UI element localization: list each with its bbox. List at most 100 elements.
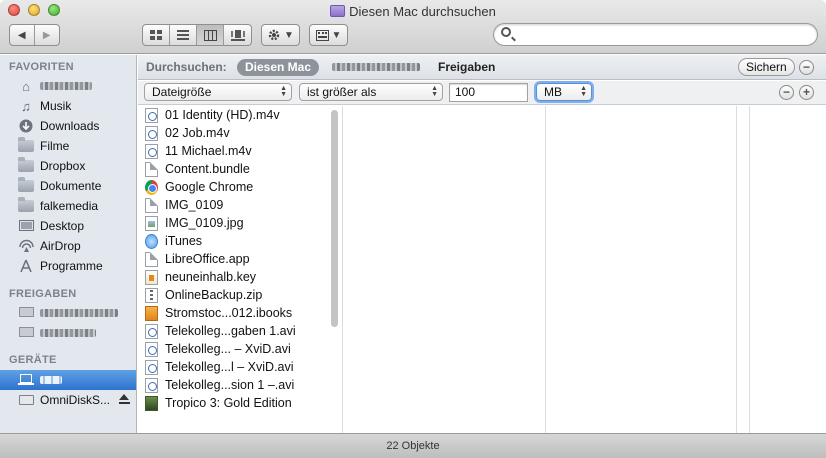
file-list-item[interactable]: Google Chrome (138, 178, 328, 196)
file-list-item[interactable]: Telekolleg... – XviD.avi (138, 340, 328, 358)
sidebar-item-share[interactable] (0, 303, 136, 323)
window-title-bar: Diesen Mac durchsuchen (0, 4, 826, 19)
forward-button[interactable]: ▶ (35, 25, 60, 45)
unit-popup[interactable]: MB ▲ ▼ (536, 83, 592, 101)
column-divider[interactable] (736, 106, 737, 433)
movie-file-icon (145, 377, 158, 393)
unit-value: MB (544, 85, 562, 99)
column-divider[interactable] (749, 106, 750, 433)
document-icon (145, 251, 158, 267)
sidebar-item-label-redacted (40, 82, 92, 90)
sidebar-item-dropbox[interactable]: Dropbox (0, 156, 136, 176)
list-view-button[interactable] (170, 25, 197, 45)
file-list-item[interactable]: neuneinhalb.key (138, 268, 328, 286)
movie-file-icon (145, 323, 158, 339)
search-input[interactable] (516, 26, 806, 43)
file-name: 11 Michael.m4v (165, 144, 252, 158)
file-list-item[interactable]: Telekolleg...sion 1 –.avi (138, 376, 328, 394)
scope-user-folder-button[interactable] (332, 63, 420, 71)
music-icon: ♫ (21, 98, 31, 114)
updown-arrows-icon: ▲ ▼ (431, 85, 438, 98)
network-computer-icon-glyph (18, 307, 34, 317)
action-menu-button[interactable]: ▼ (261, 24, 300, 46)
search-field[interactable] (493, 23, 818, 46)
updown-arrows-icon: ▲ ▼ (580, 85, 587, 98)
column-view-button[interactable] (197, 25, 224, 45)
movie-file-icon (145, 359, 158, 375)
file-list-item[interactable]: 01 Identity (HD).m4v (138, 106, 328, 124)
sidebar-item-omnidisk[interactable]: OmniDiskS... (0, 390, 136, 410)
sidebar-item-airdrop[interactable]: AirDrop (0, 236, 136, 256)
save-search-button[interactable]: Sichern (738, 58, 795, 76)
file-list-item[interactable]: iTunes (138, 232, 328, 250)
file-list-item[interactable]: LibreOffice.app (138, 250, 328, 268)
file-list-item[interactable]: Telekolleg...gaben 1.avi (138, 322, 328, 340)
file-list-item[interactable]: Telekolleg...l – XviD.avi (138, 358, 328, 376)
file-list-item[interactable]: IMG_0109 (138, 196, 328, 214)
sidebar-header-favorites: FAVORITEN (9, 61, 74, 73)
size-value-field[interactable]: 100 (449, 83, 528, 102)
list-view-icon (177, 29, 189, 40)
desktop-icon (18, 219, 34, 233)
file-name: 01 Identity (HD).m4v (165, 108, 280, 122)
column-divider[interactable] (342, 106, 343, 433)
file-list-item[interactable]: 11 Michael.m4v (138, 142, 328, 160)
back-button[interactable]: ◀ (10, 25, 35, 45)
file-list-item[interactable]: OnlineBackup.zip (138, 286, 328, 304)
icon-view-button[interactable] (143, 25, 170, 45)
zip-icon (145, 287, 158, 303)
movie-file-icon (145, 143, 158, 159)
scope-this-mac-button[interactable]: Diesen Mac (237, 59, 320, 76)
column-divider[interactable] (545, 106, 546, 433)
sidebar-item-home[interactable]: ⌂ (0, 76, 136, 96)
sidebar: FAVORITEN ⌂ ♫ Musik Downloads Filme Drop… (0, 55, 137, 433)
chevron-down-icon: ▼ (284, 29, 294, 41)
chevron-down-icon: ▼ (331, 29, 342, 41)
operator-popup[interactable]: ist größer als ▲ ▼ (299, 83, 443, 101)
file-name: neuneinhalb.key (165, 270, 257, 284)
file-name: Telekolleg...gaben 1.avi (165, 324, 296, 338)
sidebar-item-movies[interactable]: Filme (0, 136, 136, 156)
arrange-menu-button[interactable]: ▼ (309, 24, 348, 46)
file-list-item[interactable]: IMG_0109.jpg (138, 214, 328, 232)
chrome-icon (145, 179, 158, 195)
document-icon (145, 161, 158, 177)
coverflow-view-button[interactable] (224, 25, 251, 45)
sidebar-item-music[interactable]: ♫ Musik (0, 96, 136, 116)
chevron-right-icon: ▶ (42, 29, 51, 41)
scope-shares-button[interactable]: Freigaben (438, 60, 495, 74)
sidebar-item-applications[interactable]: Programme (0, 256, 136, 276)
airdrop-icon-glyph (18, 239, 34, 252)
attribute-popup[interactable]: Dateigröße ▲ ▼ (144, 83, 292, 101)
sidebar-item-share[interactable] (0, 323, 136, 343)
size-value: 100 (455, 85, 476, 99)
sidebar-item-desktop[interactable]: Desktop (0, 216, 136, 236)
sidebar-item-downloads[interactable]: Downloads (0, 116, 136, 136)
eject-icon[interactable] (119, 394, 130, 405)
image-file-icon (145, 215, 158, 231)
file-list-item[interactable]: Tropico 3: Gold Edition (138, 394, 328, 412)
remove-criterion-button[interactable]: − (779, 85, 794, 100)
file-name: Telekolleg... – XviD.avi (165, 342, 291, 356)
add-criterion-button[interactable]: + (799, 85, 814, 100)
sidebar-item-documents[interactable]: Dokumente (0, 176, 136, 196)
file-list-item[interactable]: Stromstoc...012.ibooks (138, 304, 328, 322)
view-mode-control (142, 24, 252, 46)
column-scrollbar[interactable] (331, 110, 338, 327)
icon-view-icon (150, 29, 162, 40)
network-computer-icon-glyph (18, 327, 34, 337)
sidebar-item-falkemedia[interactable]: falkemedia (0, 196, 136, 216)
applications-icon-glyph (20, 259, 32, 273)
home-icon: ⌂ (22, 78, 30, 94)
sidebar-header-shares: FREIGABEN (9, 288, 77, 300)
airdrop-icon (18, 239, 34, 253)
chevron-left-icon: ◀ (17, 29, 26, 41)
column-browser: 01 Identity (HD).m4v 02 Job.m4v 11 Michael… (138, 106, 826, 433)
network-computer-icon (18, 326, 34, 340)
arrange-grid-icon (315, 29, 329, 41)
remove-scope-button[interactable]: − (799, 60, 814, 75)
sidebar-item-label: Downloads (40, 119, 100, 133)
file-list-item[interactable]: Content.bundle (138, 160, 328, 178)
file-list-item[interactable]: 02 Job.m4v (138, 124, 328, 142)
sidebar-item-this-mac[interactable] (0, 370, 136, 390)
